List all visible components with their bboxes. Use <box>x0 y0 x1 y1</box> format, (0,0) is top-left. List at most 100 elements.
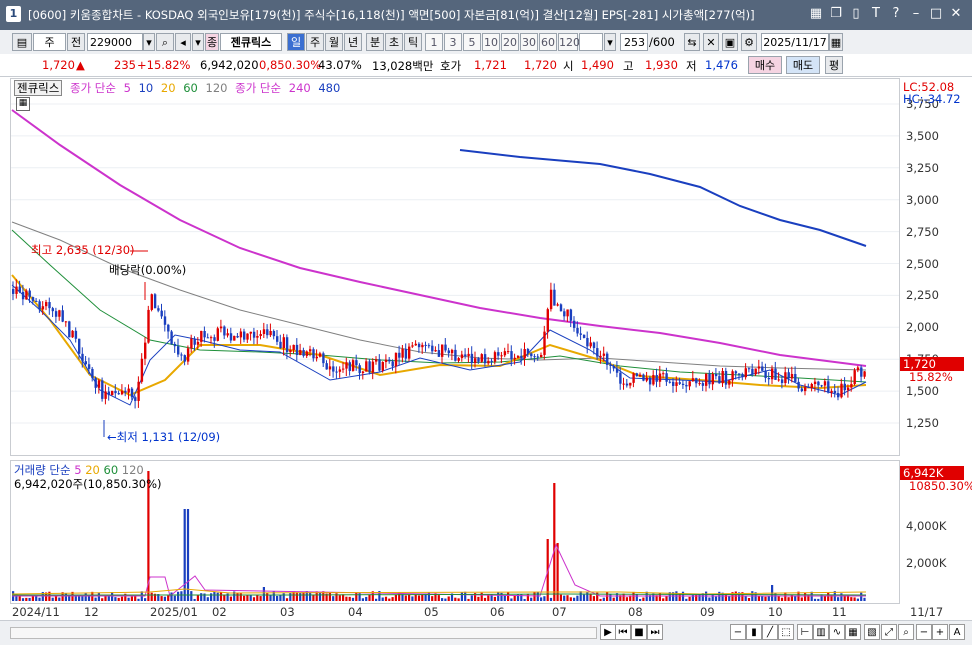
candle-body <box>120 390 124 395</box>
wave-icon[interactable]: ∿ <box>829 624 845 640</box>
volume-bar <box>64 593 67 601</box>
volume-bar <box>312 594 315 601</box>
low-annotation: ←최저 1,131 (12/09) <box>107 430 221 444</box>
font-size-icon[interactable]: A <box>949 624 965 640</box>
candle-body <box>533 356 536 358</box>
candle-body <box>45 302 48 307</box>
date-tick: 2024/11 <box>12 605 60 619</box>
candle-body <box>563 311 566 317</box>
measure-icon[interactable]: ⊢ <box>797 624 813 640</box>
last-icon[interactable]: ⏭ <box>647 624 663 640</box>
volume-bar <box>259 596 262 601</box>
volume-bar <box>437 595 440 601</box>
scroll-right-icon[interactable]: ▶ <box>600 624 616 640</box>
legend-stock: 젠큐릭스 <box>14 80 63 96</box>
candle-body <box>180 354 183 356</box>
volume-bar <box>365 596 368 601</box>
volume-bar <box>787 597 790 601</box>
candle-body <box>84 361 87 365</box>
volume-bar <box>408 594 411 601</box>
candle-body <box>256 336 259 338</box>
candle-body <box>573 320 576 328</box>
volume-ma5-line <box>12 543 866 597</box>
candle-body <box>342 368 345 370</box>
volume-bar <box>747 598 751 601</box>
minus-icon[interactable]: − <box>916 624 932 640</box>
volume-bar <box>530 597 533 601</box>
expand-icon[interactable]: ⤢ <box>881 624 897 640</box>
candle-body <box>549 289 553 310</box>
candle-body <box>596 348 599 357</box>
plus-icon[interactable]: + <box>932 624 948 640</box>
volume-bar <box>767 596 770 601</box>
candle-body <box>460 354 464 359</box>
volume-bar <box>804 592 807 601</box>
volume-bar <box>252 597 256 601</box>
candle-body <box>662 373 665 375</box>
candle-body <box>312 349 315 359</box>
candle-icon[interactable]: ▥ <box>813 624 829 640</box>
candle-body <box>401 348 404 358</box>
volume-bar <box>784 592 787 601</box>
bar-icon[interactable]: ▮ <box>746 624 762 640</box>
candle-body <box>58 310 61 317</box>
candle-body <box>64 321 68 323</box>
date-tick: 05 <box>424 605 439 619</box>
volume-bar <box>569 597 572 601</box>
volume-ma20-line <box>11 588 867 595</box>
high-annotation: 최고 2,635 (12/30) <box>31 243 135 257</box>
candle-body <box>665 373 668 382</box>
scroll-bar[interactable]: ▶ ⏮ ■ ⏭ − ▮ ╱ ⬚ ⊢ ▥ ∿ ▦ ▧ ⤢ ⌕ − + A <box>0 620 972 645</box>
candle-body <box>734 371 738 374</box>
candle-body <box>493 352 497 362</box>
first-icon[interactable]: ⏮ <box>615 624 631 640</box>
volume-bar <box>18 595 21 601</box>
chart-icon[interactable]: ▧ <box>864 624 880 640</box>
candle-body <box>252 331 256 338</box>
candle-body <box>523 349 526 359</box>
volume-bar <box>394 594 397 601</box>
candle-body <box>147 309 150 343</box>
table-icon[interactable]: ▦ <box>16 97 30 111</box>
candle-body <box>101 380 104 399</box>
candle-body <box>589 342 592 347</box>
volume-bar <box>553 483 556 601</box>
volume-bar <box>361 598 364 601</box>
candle-body <box>170 331 173 344</box>
volume-bar <box>302 592 305 601</box>
candle-body <box>114 390 117 394</box>
candle-body <box>767 378 771 380</box>
candle-body <box>711 374 714 385</box>
stop-icon[interactable]: ■ <box>631 624 647 640</box>
line-icon[interactable]: ╱ <box>762 624 778 640</box>
candle-body <box>388 359 391 362</box>
candle-body <box>391 361 394 367</box>
date-tick: 12 <box>84 605 99 619</box>
candle-body <box>516 355 520 358</box>
volume-bar <box>780 597 784 601</box>
candle-body <box>51 308 54 312</box>
zoom-out-icon[interactable]: − <box>730 624 746 640</box>
volume-bar <box>493 596 496 601</box>
volume-bar <box>114 597 117 601</box>
volume-bar <box>127 597 130 601</box>
volume-bar <box>817 598 820 601</box>
select-icon[interactable]: ⬚ <box>778 624 794 640</box>
volume-bar <box>685 598 688 601</box>
candle-body <box>262 329 266 335</box>
candle-body <box>817 381 820 386</box>
candle-body <box>757 366 761 369</box>
zoom-icon[interactable]: ⌕ <box>898 624 914 640</box>
volume-bar <box>25 597 28 601</box>
candle-body <box>200 330 203 342</box>
volume-bar <box>160 596 163 601</box>
scroll-track[interactable] <box>10 627 597 639</box>
candle-body <box>411 345 414 347</box>
candle-body <box>546 309 549 332</box>
volume-bar <box>563 595 566 601</box>
candle-body <box>827 381 830 393</box>
volume-bar <box>520 594 523 601</box>
grid-icon[interactable]: ▦ <box>845 624 861 640</box>
candle-body <box>794 373 797 382</box>
volume-bar <box>540 597 543 601</box>
